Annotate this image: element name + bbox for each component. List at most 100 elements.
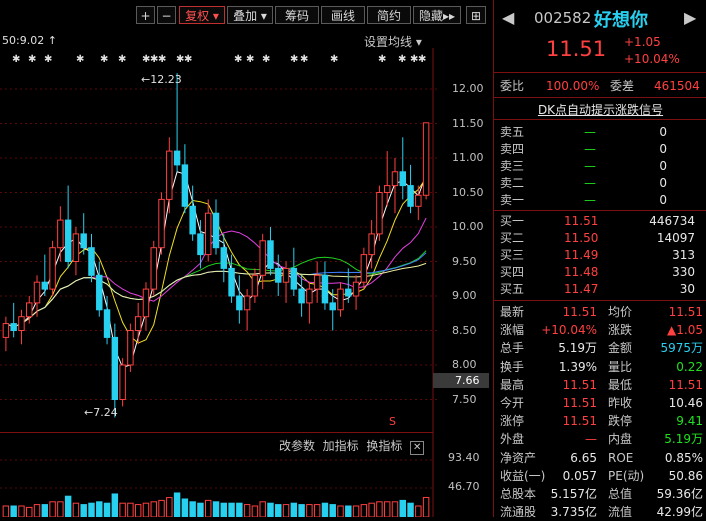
volume-bar bbox=[197, 502, 204, 517]
order-volume: 14097 bbox=[656, 231, 695, 245]
weibi-row: 委比 100.00% 委差 461504 bbox=[494, 78, 706, 95]
stat-label: 最高 bbox=[500, 377, 525, 392]
add-indicator-button[interactable]: 加指标 bbox=[323, 439, 359, 453]
jianyue-button[interactable]: 简约 bbox=[367, 6, 411, 24]
candle-body bbox=[422, 122, 430, 196]
stat-label: 涨停 bbox=[500, 414, 525, 429]
candle-body bbox=[96, 274, 103, 311]
candle-body bbox=[337, 288, 344, 311]
layout-grid-icon[interactable]: ⊞ bbox=[466, 6, 486, 24]
dk-signal-link[interactable]: DK点自动提示涨跌信号 bbox=[494, 101, 706, 118]
stat-label: PE(动) bbox=[608, 468, 645, 483]
order-price: — bbox=[584, 193, 596, 207]
stat-label: 总股本 bbox=[500, 487, 537, 501]
low-value: 7.24 bbox=[93, 406, 118, 419]
signal-star-icon: ✱ bbox=[28, 54, 36, 65]
stat-row: 换手 1.39% 量比 0.22 bbox=[494, 359, 706, 376]
volume-bar bbox=[329, 504, 336, 517]
candle-body bbox=[306, 288, 313, 304]
high-value: 12.23 bbox=[150, 73, 182, 86]
kline-chart-panel[interactable]: + − 复权 ▾ 叠加 ▾ 筹码 画线 简约 隐藏▸▸ ⊞ 50:9.02 ↑ … bbox=[0, 0, 492, 517]
volume-bar bbox=[415, 505, 422, 517]
sell-row: 卖二 — 0 bbox=[494, 175, 706, 192]
stat-value: ▲1.05 bbox=[667, 323, 703, 338]
volume-bar bbox=[33, 504, 41, 517]
volume-bar bbox=[243, 504, 251, 517]
sell-row: 卖三 — 0 bbox=[494, 158, 706, 175]
candle-body bbox=[399, 171, 406, 187]
stock-code: 002582 bbox=[534, 9, 592, 27]
stat-value: 11.51 bbox=[562, 414, 597, 429]
buy-row: 买四 11.48 330 bbox=[494, 264, 706, 281]
order-label: 买一 bbox=[500, 214, 525, 228]
candle-body bbox=[220, 247, 228, 269]
signal-star-icon: ✱ bbox=[300, 54, 308, 65]
volume-bar bbox=[158, 499, 165, 517]
stat-row: 涨幅 +10.04% 涨跌 ▲1.05 bbox=[494, 322, 706, 339]
close-icon[interactable]: ✕ bbox=[410, 441, 425, 455]
volume-bar bbox=[173, 492, 181, 517]
candle-body bbox=[57, 219, 64, 249]
candle-body bbox=[173, 150, 181, 166]
fuquan-button[interactable]: 复权 ▾ bbox=[179, 6, 225, 24]
stat-value: 10.46 bbox=[668, 396, 703, 410]
zoom-out-button[interactable]: − bbox=[157, 6, 176, 24]
switch-indicator-button[interactable]: 换指标 bbox=[366, 439, 402, 453]
prev-stock-icon[interactable]: ◀ bbox=[502, 8, 514, 27]
stat-value: 0.85% bbox=[664, 450, 703, 465]
volume-bar bbox=[204, 499, 212, 517]
stat-value: 5.19万 bbox=[664, 432, 703, 447]
candle-body bbox=[212, 212, 220, 249]
volume-bar bbox=[127, 502, 134, 517]
huaxian-button[interactable]: 画线 bbox=[321, 6, 365, 24]
chouma-button[interactable]: 筹码 bbox=[275, 6, 319, 24]
stat-value: +10.04% bbox=[541, 323, 597, 338]
change-param-button[interactable]: 改参数 bbox=[279, 439, 315, 453]
order-price: 11.47 bbox=[564, 282, 599, 296]
yincang-label: 隐藏 bbox=[418, 9, 443, 23]
signal-star-icon: ✱ bbox=[418, 54, 426, 65]
candle-body bbox=[72, 233, 80, 262]
stat-value: 59.36亿 bbox=[656, 487, 703, 501]
volume-bar bbox=[383, 501, 391, 517]
volume-bar bbox=[18, 505, 25, 517]
order-volume: 0 bbox=[659, 159, 667, 173]
volume-bar bbox=[80, 504, 87, 517]
quote-panel: ◀ ▶ 002582 好想你 11.51 +1.05 +10.04% 委比 10… bbox=[493, 0, 706, 519]
volume-bar bbox=[166, 497, 173, 517]
stat-label: 涨跌 bbox=[608, 323, 633, 338]
volume-series bbox=[0, 459, 433, 517]
s-signal-marker: S bbox=[389, 415, 396, 428]
volume-bar bbox=[399, 499, 406, 517]
candle-body bbox=[267, 240, 274, 269]
order-volume: 30 bbox=[679, 282, 695, 296]
candle-body bbox=[119, 364, 126, 400]
stat-row: 净资产 6.65 ROE 0.85% bbox=[494, 450, 706, 467]
volume-bar bbox=[282, 504, 290, 517]
candle-body bbox=[228, 267, 235, 297]
yincang-button[interactable]: 隐藏▸▸ bbox=[413, 6, 461, 24]
stat-row: 最高 11.51 最低 11.51 bbox=[494, 377, 706, 394]
candle-body bbox=[376, 192, 383, 235]
order-label: 卖二 bbox=[500, 176, 525, 190]
candle-body bbox=[26, 302, 33, 318]
candle-body bbox=[204, 212, 212, 256]
volume-bar bbox=[119, 502, 126, 517]
diejia-button[interactable]: 叠加 ▾ bbox=[227, 6, 273, 24]
stat-value: 5.19万 bbox=[558, 341, 597, 356]
ma-value-label: 50:9.02 ↑ bbox=[2, 34, 57, 47]
zoom-in-button[interactable]: + bbox=[136, 6, 155, 24]
next-stock-icon[interactable]: ▶ bbox=[684, 8, 696, 27]
volume-bar bbox=[220, 502, 228, 517]
stat-label: 今开 bbox=[500, 396, 525, 410]
stat-label: 净资产 bbox=[500, 450, 537, 465]
stat-label: ROE bbox=[608, 450, 634, 465]
volume-bar bbox=[251, 505, 259, 517]
stat-value: 42.99亿 bbox=[656, 505, 703, 520]
more-arrows-icon: ▸▸ bbox=[442, 9, 456, 23]
volume-bar bbox=[259, 501, 266, 517]
current-price-box: 7.66 bbox=[433, 373, 489, 388]
order-volume: 0 bbox=[659, 176, 667, 190]
volume-bar bbox=[422, 496, 430, 517]
candle-body bbox=[158, 198, 165, 249]
